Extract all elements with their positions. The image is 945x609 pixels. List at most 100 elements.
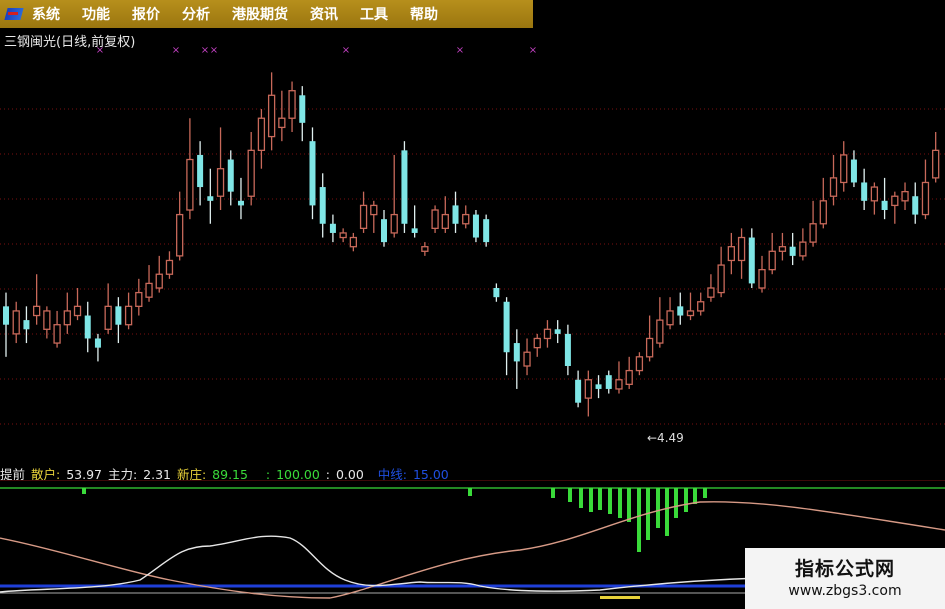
candle-body: [462, 213, 470, 225]
candle: [625, 356, 633, 389]
candle: [349, 232, 358, 252]
candle: [912, 182, 919, 224]
candle-body: [727, 246, 736, 262]
candle-body: [472, 214, 479, 238]
candle: [666, 297, 674, 330]
menu-item-tools[interactable]: 工具: [360, 4, 388, 24]
candle: [533, 333, 541, 357]
candle-body: [94, 338, 101, 348]
candle: [165, 251, 174, 279]
low-price-label: ←4.49: [647, 431, 684, 445]
candle: [881, 177, 888, 220]
candle-body: [768, 250, 776, 271]
candle: [257, 109, 266, 169]
candle: [503, 297, 510, 376]
candle-body: [686, 310, 695, 317]
candle: [789, 232, 796, 266]
candle: [104, 283, 112, 334]
candle: [717, 246, 725, 298]
candle: [319, 173, 326, 238]
candle-body: [176, 213, 184, 257]
candle: [309, 127, 316, 220]
candle: [686, 292, 695, 321]
candle-body: [299, 95, 306, 123]
candle-body: [237, 200, 244, 206]
candle-body: [932, 149, 940, 179]
candle-body: [390, 213, 398, 234]
candle: [145, 265, 153, 302]
candle-body: [891, 195, 899, 207]
histogram-bar: [637, 488, 641, 552]
candle-body: [53, 324, 61, 344]
candle: [441, 196, 449, 233]
candle-body: [758, 268, 766, 289]
candle-body: [104, 305, 112, 330]
candle: [727, 232, 736, 275]
candle-body: [615, 379, 623, 390]
candle: [216, 127, 225, 210]
candle-body: [819, 200, 827, 225]
candle: [207, 168, 214, 224]
menu-item-news[interactable]: 资讯: [310, 4, 338, 24]
candle: [737, 228, 746, 279]
candle: [32, 274, 41, 325]
candle-body: [247, 149, 255, 197]
candle-body: [799, 241, 807, 257]
candle: [605, 370, 612, 394]
candle-body: [483, 219, 490, 243]
candle: [329, 214, 336, 243]
candle: [493, 283, 500, 302]
candlestick-chart[interactable]: × × × × × × ×: [0, 44, 945, 464]
candle: [584, 370, 592, 417]
menu-item-help[interactable]: 帮助: [410, 4, 438, 24]
candle: [615, 361, 623, 394]
menu-item-quotes[interactable]: 报价: [132, 4, 160, 24]
candle-body: [595, 384, 602, 389]
histogram-bar: [665, 488, 669, 536]
signal-marker: ×: [210, 45, 218, 56]
candle: [23, 306, 30, 344]
candle: [523, 338, 531, 376]
candle: [452, 191, 459, 233]
candle: [677, 292, 684, 325]
candle-body: [921, 181, 930, 216]
candle: [483, 214, 490, 247]
candle-body: [881, 200, 888, 210]
candle-body: [625, 369, 633, 386]
histogram-bar: [618, 488, 622, 518]
candle-body: [124, 305, 133, 326]
candle: [768, 232, 776, 275]
candle-body: [197, 154, 204, 188]
histogram-bar: [598, 488, 602, 510]
candle: [575, 370, 582, 408]
watermark-title: 指标公式网: [794, 558, 895, 580]
candle-body: [870, 186, 879, 202]
candle: [819, 177, 827, 229]
menu-item-hk-futures[interactable]: 港股期货: [232, 4, 288, 24]
signal-marker: ×: [529, 45, 537, 56]
candle-body: [707, 287, 715, 298]
candle-body: [43, 310, 51, 330]
candle-body: [267, 94, 276, 138]
candle: [278, 90, 286, 142]
menu-bar: 系统 功能 报价 分析 港股期货 资讯 工具 帮助: [0, 0, 533, 28]
yellow-segment: [600, 596, 640, 599]
candle-body: [23, 320, 30, 330]
menu-item-system[interactable]: 系统: [32, 4, 60, 24]
candle-body: [452, 205, 459, 224]
candle: [115, 297, 122, 344]
candle-body: [257, 117, 266, 152]
candle: [390, 154, 398, 238]
menu-item-function[interactable]: 功能: [82, 4, 110, 24]
histogram-bar: [608, 488, 612, 514]
candle-body: [493, 288, 500, 298]
candle-body: [677, 306, 684, 316]
candle-body: [319, 187, 326, 224]
candle-body: [115, 306, 122, 325]
candle: [707, 274, 715, 302]
candle: [697, 292, 705, 316]
histogram-bar: [82, 488, 86, 494]
signal-marker: ×: [96, 45, 104, 56]
menu-item-analysis[interactable]: 分析: [182, 4, 210, 24]
candle-body: [186, 158, 194, 211]
